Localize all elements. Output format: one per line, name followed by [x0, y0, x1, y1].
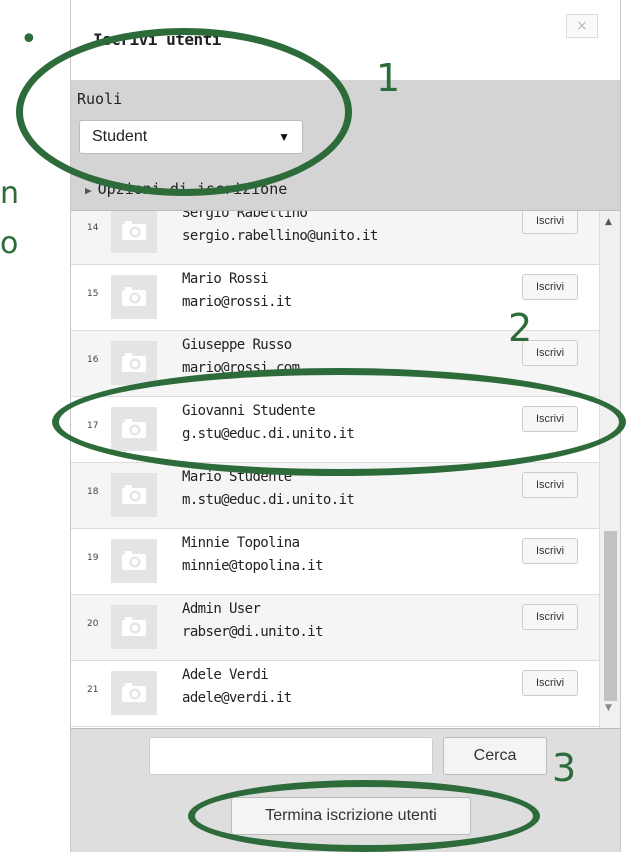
user-name: Mario Rossi [182, 271, 269, 287]
triangle-right-icon: ▶ [85, 184, 92, 197]
user-email: sergio.rabellino@unito.it [182, 228, 378, 244]
enrol-button[interactable]: Iscrivi [522, 604, 578, 630]
search-input[interactable] [149, 737, 433, 775]
camera-icon [111, 539, 157, 583]
scroll-up-icon[interactable]: ▲ [605, 217, 612, 227]
annotation-label-2: 2 [508, 306, 533, 350]
row-number: 15 [87, 289, 99, 299]
camera-icon [111, 473, 157, 517]
row-number: 16 [87, 355, 99, 365]
user-row: 21 Adele Verdi adele@verdi.it Iscrivi [71, 661, 599, 727]
camera-icon [111, 341, 157, 385]
user-name: Giuseppe Russo [182, 337, 292, 353]
row-number: 21 [87, 685, 99, 695]
annotation-label-1: 1 [376, 56, 401, 100]
enrol-button[interactable]: Iscrivi [522, 538, 578, 564]
enrol-button[interactable]: Iscrivi [522, 472, 578, 498]
user-name: Minnie Topolina [182, 535, 300, 551]
user-email: minnie@topolina.it [182, 558, 324, 574]
camera-icon [111, 275, 157, 319]
enrol-button[interactable]: Iscrivi [522, 670, 578, 696]
row-number: 20 [87, 619, 99, 629]
search-button[interactable]: Cerca [443, 737, 547, 775]
user-email: adele@verdi.it [182, 690, 292, 706]
user-row: 14 Sergio Rabellino sergio.rabellino@unito… [71, 211, 599, 265]
user-email: mario@rossi.it [182, 294, 292, 310]
row-number: 14 [87, 223, 99, 233]
text-fragment-n: n [0, 176, 20, 211]
enrol-button[interactable]: Iscrivi [522, 274, 578, 300]
enrol-button[interactable]: Iscrivi [522, 211, 578, 234]
user-email: rabser@di.unito.it [182, 624, 324, 640]
user-email: m.stu@educ.di.unito.it [182, 492, 355, 508]
user-name: Admin User [182, 601, 261, 617]
user-row: 20 Admin User rabser@di.unito.it Iscrivi [71, 595, 599, 661]
camera-icon [111, 671, 157, 715]
user-row: 19 Minnie Topolina minnie@topolina.it Iscri… [71, 529, 599, 595]
camera-icon [111, 605, 157, 649]
scroll-thumb[interactable] [604, 531, 617, 701]
close-button[interactable]: × [566, 14, 598, 38]
scroll-down-icon[interactable]: ▼ [605, 703, 612, 713]
annotation-ellipse-1 [16, 28, 352, 196]
annotation-ellipse-3 [188, 780, 540, 852]
bullet-fragment: • [20, 22, 38, 57]
camera-icon [111, 211, 157, 253]
user-name: Sergio Rabellino [182, 211, 308, 221]
user-name: Adele Verdi [182, 667, 269, 683]
text-fragment-o: o [0, 226, 19, 261]
list-scrollbar[interactable]: ▲ ▼ [599, 211, 620, 728]
row-number: 19 [87, 553, 99, 563]
row-number: 18 [87, 487, 99, 497]
annotation-ellipse-2 [52, 368, 626, 476]
annotation-label-3: 3 [552, 746, 577, 790]
